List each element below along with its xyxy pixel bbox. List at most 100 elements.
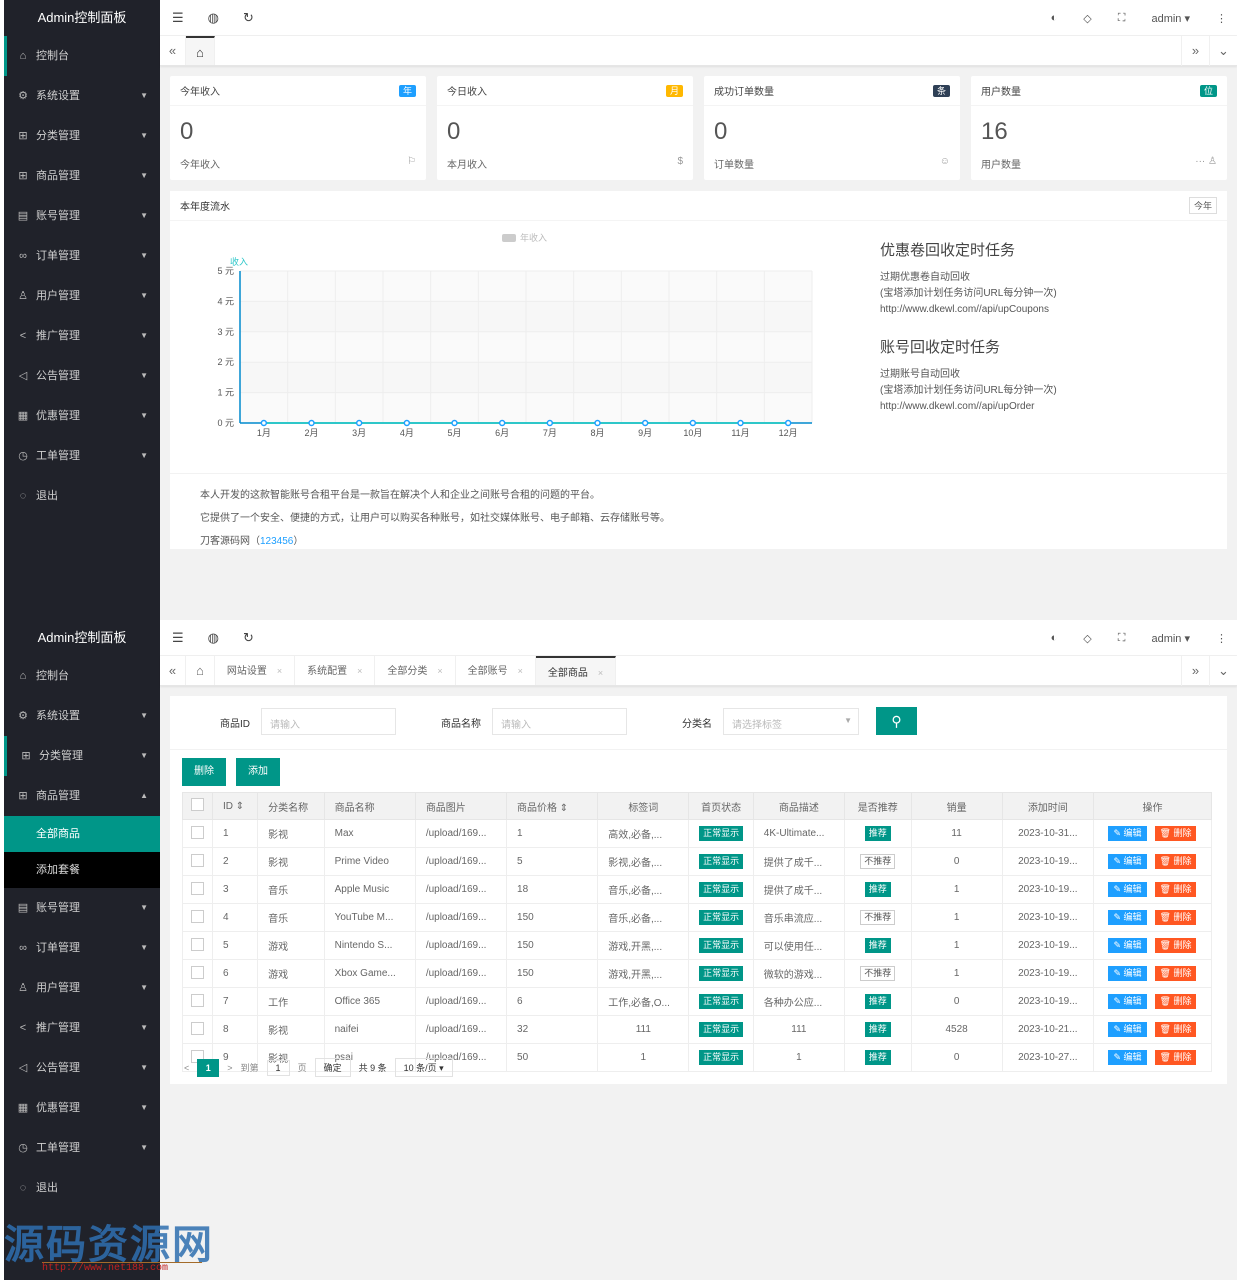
sidebar-item[interactable]: ⊞ 商品管理 ▲ xyxy=(4,776,160,816)
delete-button[interactable]: 🗑 删除 xyxy=(1154,966,1197,981)
row-checkbox[interactable] xyxy=(191,881,205,895)
more-icon[interactable]: ⋮ xyxy=(1216,12,1227,25)
sidebar-item[interactable]: ♙ 用户管理 ▼ xyxy=(4,968,160,1008)
about-link[interactable]: 123456 xyxy=(260,536,293,547)
edit-button[interactable]: ✎ 编辑 xyxy=(1108,1050,1147,1065)
user-menu[interactable]: admin ▾ xyxy=(1151,12,1190,25)
row-checkbox[interactable] xyxy=(191,825,205,839)
sidebar-item[interactable]: ◌ 退出 xyxy=(4,1168,160,1208)
search-button[interactable]: ⚲ xyxy=(876,707,917,735)
tabs-scroll-right-icon[interactable]: » xyxy=(1181,656,1209,686)
column-header[interactable]: 商品价格 ⇕ xyxy=(506,792,599,820)
sidebar-item[interactable]: < 推广管理 ▼ xyxy=(4,316,160,356)
theme-icon[interactable]: ◐ xyxy=(1051,632,1058,644)
sidebar-item[interactable]: ▦ 优惠管理 ▼ xyxy=(4,396,160,436)
tab-item[interactable]: 全部账号 × xyxy=(456,656,536,685)
delete-button[interactable]: 🗑 删除 xyxy=(1154,854,1197,869)
sidebar-item[interactable]: ▤ 账号管理 ▼ xyxy=(4,196,160,236)
tabs-menu-icon[interactable]: ⌄ xyxy=(1209,656,1237,686)
next-page-button[interactable]: > xyxy=(227,1063,232,1073)
globe-icon[interactable]: ◍ xyxy=(208,10,219,26)
column-header[interactable]: 是否推荐 xyxy=(844,792,912,820)
user-menu[interactable]: admin ▾ xyxy=(1151,632,1190,645)
recommend-badge[interactable]: 推荐 xyxy=(864,882,891,897)
tabs-scroll-right-icon[interactable]: » xyxy=(1181,36,1209,66)
tabs-scroll-left-icon[interactable]: « xyxy=(160,36,186,65)
tag-icon[interactable]: ◇ xyxy=(1083,632,1091,645)
edit-button[interactable]: ✎ 编辑 xyxy=(1108,910,1147,925)
tabs-menu-icon[interactable]: ⌄ xyxy=(1209,36,1237,66)
row-checkbox[interactable] xyxy=(191,1021,205,1035)
category-select[interactable]: 请选择标签 ▼ xyxy=(723,708,859,735)
delete-button[interactable]: 🗑 删除 xyxy=(1154,938,1197,953)
sidebar-item[interactable]: ⊞ 分类管理 ▼ xyxy=(4,736,160,776)
menu-toggle-icon[interactable]: ☰ xyxy=(172,630,184,646)
tab-home[interactable]: ⌂ xyxy=(186,656,215,685)
theme-icon[interactable]: ◐ xyxy=(1051,12,1058,24)
close-icon[interactable]: × xyxy=(598,668,603,678)
edit-button[interactable]: ✎ 编辑 xyxy=(1108,1022,1147,1037)
sidebar-item[interactable]: ▦ 优惠管理 ▼ xyxy=(4,1088,160,1128)
column-header[interactable]: 销量 xyxy=(910,792,1003,820)
row-checkbox[interactable] xyxy=(191,993,205,1007)
goto-input[interactable]: 1 xyxy=(266,1059,290,1076)
column-header[interactable]: 操作 xyxy=(1092,792,1213,820)
recommend-badge[interactable]: 不推荐 xyxy=(860,966,896,981)
current-page[interactable]: 1 xyxy=(197,1058,220,1077)
recommend-badge[interactable]: 推荐 xyxy=(864,1022,891,1037)
sidebar-item[interactable]: ◁ 公告管理 ▼ xyxy=(4,1048,160,1088)
delete-button[interactable]: 🗑 删除 xyxy=(1154,826,1197,841)
goto-confirm-button[interactable]: 确定 xyxy=(314,1058,351,1077)
column-header[interactable]: 商品图片 xyxy=(414,792,508,820)
tab-home[interactable]: ⌂ xyxy=(186,36,215,65)
delete-button[interactable]: 🗑 删除 xyxy=(1154,1050,1197,1065)
tabs-scroll-left-icon[interactable]: « xyxy=(160,656,186,685)
column-header[interactable]: 商品名称 xyxy=(323,792,416,820)
close-icon[interactable]: × xyxy=(357,666,362,676)
fullscreen-icon[interactable]: ⛶ xyxy=(1118,12,1126,25)
row-checkbox[interactable] xyxy=(191,909,205,923)
sidebar-item[interactable]: ∞ 订单管理 ▼ xyxy=(4,928,160,968)
recommend-badge[interactable]: 推荐 xyxy=(864,1050,891,1065)
close-icon[interactable]: × xyxy=(277,666,282,676)
recommend-badge[interactable]: 推荐 xyxy=(864,994,891,1009)
sidebar-item[interactable]: ⊞ 分类管理 ▼ xyxy=(4,116,160,156)
delete-button[interactable]: 🗑 删除 xyxy=(1154,994,1197,1009)
delete-button[interactable]: 🗑 删除 xyxy=(1154,882,1197,897)
sidebar-item[interactable]: ⚙ 系统设置 ▼ xyxy=(4,76,160,116)
prev-page-button[interactable]: < xyxy=(184,1063,189,1073)
tag-icon[interactable]: ◇ xyxy=(1083,12,1091,25)
add-button[interactable]: 添加 xyxy=(236,758,280,786)
fullscreen-icon[interactable]: ⛶ xyxy=(1118,632,1126,645)
edit-button[interactable]: ✎ 编辑 xyxy=(1108,882,1147,897)
recommend-badge[interactable]: 推荐 xyxy=(864,938,891,953)
tab-item[interactable]: 网站设置 × xyxy=(215,656,296,685)
sidebar-item[interactable]: ◁ 公告管理 ▼ xyxy=(4,356,160,396)
row-checkbox[interactable] xyxy=(191,937,205,951)
edit-button[interactable]: ✎ 编辑 xyxy=(1108,938,1147,953)
sidebar-item[interactable]: ⌂ 控制台 xyxy=(4,36,160,76)
id-input[interactable]: 请输入 xyxy=(261,708,396,735)
sidebar-item[interactable]: ◷ 工单管理 ▼ xyxy=(4,436,160,476)
column-header[interactable]: 标签词 xyxy=(597,792,690,820)
sidebar-item[interactable]: < 推广管理 ▼ xyxy=(4,1008,160,1048)
sidebar-item[interactable]: ◌ 退出 xyxy=(4,476,160,516)
sidebar-subitem[interactable]: 全部商品 xyxy=(4,816,160,852)
column-header[interactable]: 首页状态 xyxy=(688,792,754,820)
column-header[interactable]: 分类名称 xyxy=(257,792,325,820)
sidebar-item[interactable]: ♙ 用户管理 ▼ xyxy=(4,276,160,316)
globe-icon[interactable]: ◍ xyxy=(208,630,219,646)
edit-button[interactable]: ✎ 编辑 xyxy=(1108,826,1147,841)
tab-item[interactable]: 全部商品 × xyxy=(535,656,617,685)
sidebar-subitem[interactable]: 添加套餐 xyxy=(4,852,160,888)
batch-delete-button[interactable]: 删除 xyxy=(182,758,226,786)
edit-button[interactable]: ✎ 编辑 xyxy=(1108,994,1147,1009)
tab-item[interactable]: 全部分类 × xyxy=(375,656,456,685)
row-checkbox[interactable] xyxy=(191,853,205,867)
edit-button[interactable]: ✎ 编辑 xyxy=(1108,966,1147,981)
delete-button[interactable]: 🗑 删除 xyxy=(1154,910,1197,925)
row-checkbox[interactable] xyxy=(191,965,205,979)
close-icon[interactable]: × xyxy=(437,666,442,676)
recommend-badge[interactable]: 推荐 xyxy=(864,826,891,841)
select-all-checkbox[interactable] xyxy=(191,798,205,811)
